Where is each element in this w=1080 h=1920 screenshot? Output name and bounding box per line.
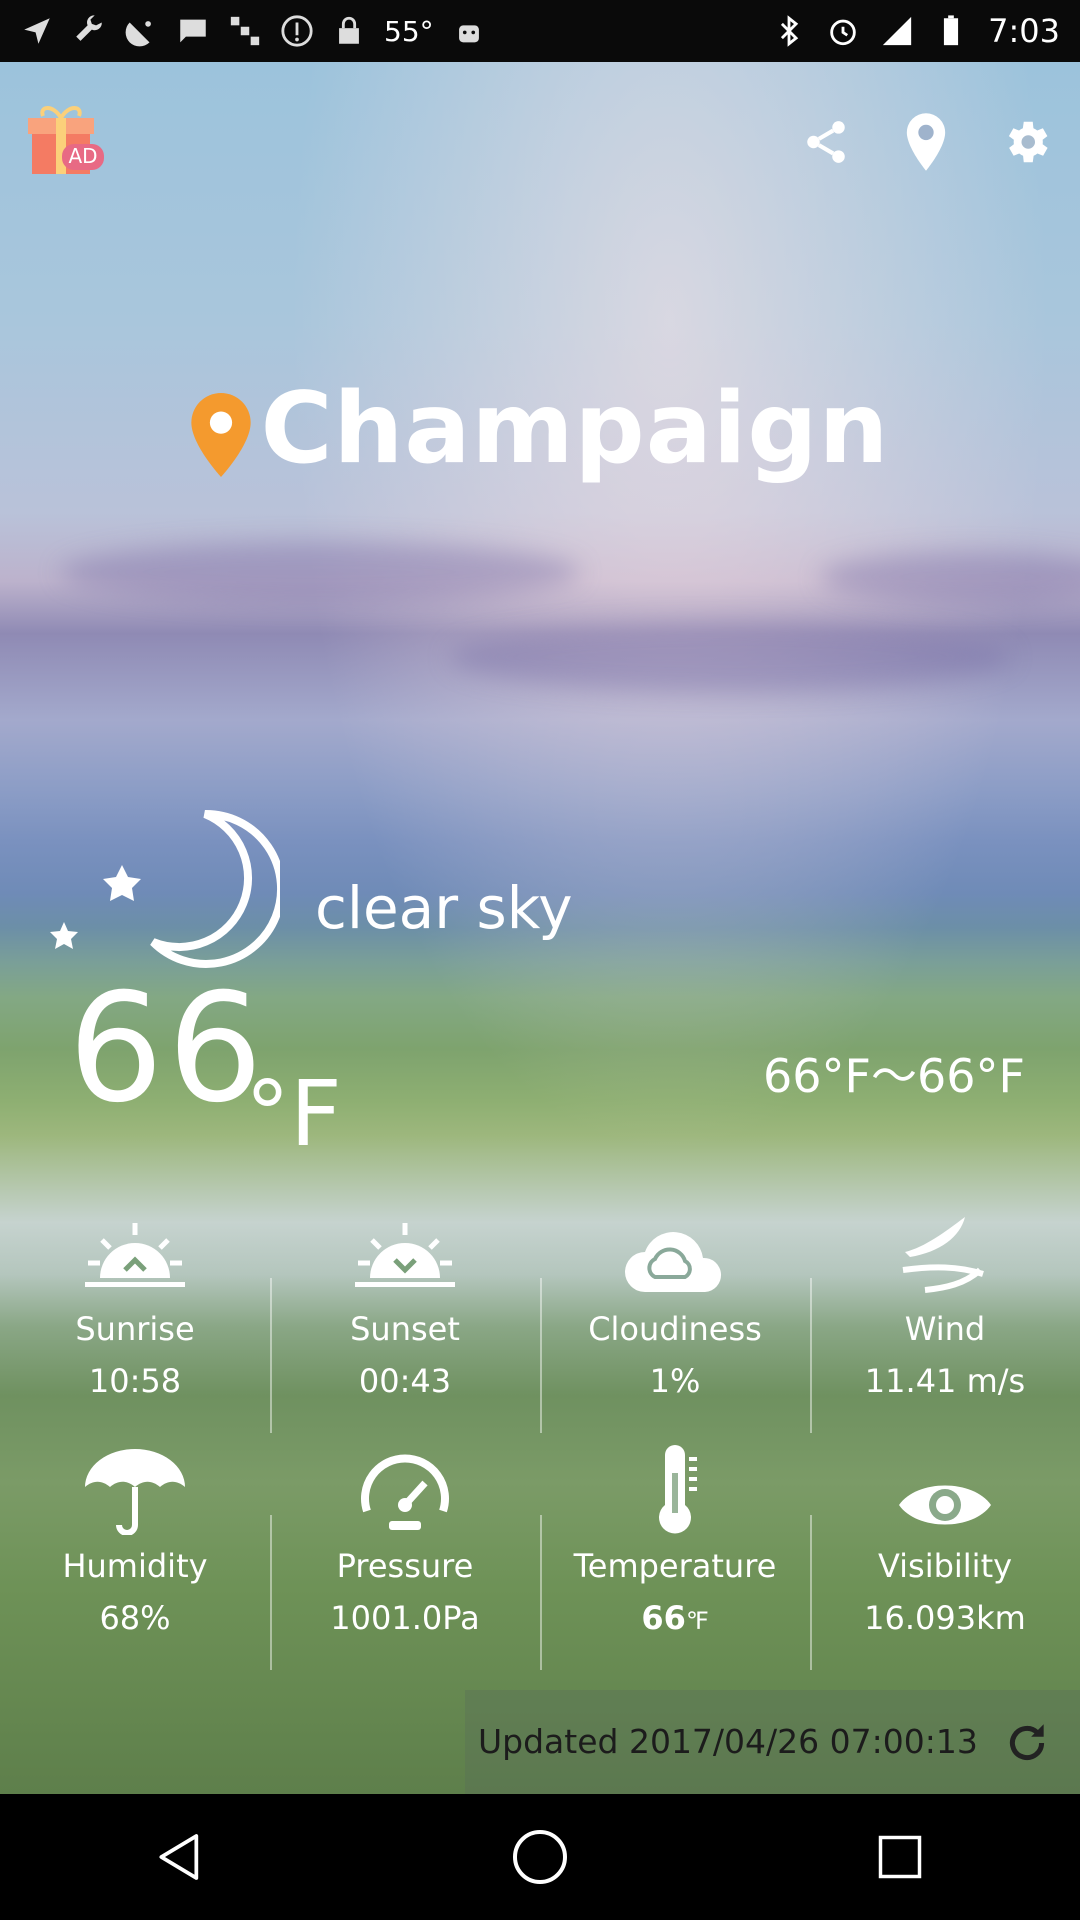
sunrise-stat: Sunrise 10:58 <box>0 1208 270 1408</box>
stat-value: 16.093km <box>864 1599 1026 1637</box>
back-button[interactable] <box>135 1812 225 1902</box>
share-button[interactable] <box>796 112 856 172</box>
divider <box>540 1278 542 1433</box>
home-icon <box>513 1830 567 1884</box>
stat-label: Pressure <box>336 1547 474 1585</box>
pressure-stat: Pressure 1001.0Pa <box>270 1445 540 1670</box>
gauge-icon <box>361 1454 449 1530</box>
message-icon <box>176 14 210 48</box>
temperature-unit: °F <box>245 1062 342 1167</box>
sunset-stat: Sunset 00:43 <box>270 1208 540 1433</box>
stat-value: 66℉ <box>540 1599 810 1637</box>
updated-timestamp: Updated 2017/04/26 07:00:13 <box>478 1722 978 1761</box>
divider <box>270 1278 272 1433</box>
stat-label: Wind <box>904 1310 986 1348</box>
share-icon <box>807 121 845 163</box>
divider <box>810 1278 812 1433</box>
navigation-bar <box>0 1794 1080 1920</box>
divider <box>810 1515 812 1670</box>
lock-icon <box>332 14 366 48</box>
eye-icon <box>899 1485 991 1525</box>
gift-ad-button[interactable]: AD <box>24 92 106 188</box>
satellite-dish-icon <box>124 14 158 48</box>
alarm-icon <box>826 14 860 48</box>
battery-icon <box>934 14 968 48</box>
cloudiness-stat: Cloudiness 1% <box>540 1208 810 1433</box>
visibility-stat: Visibility 16.093km <box>810 1445 1080 1670</box>
divider <box>540 1515 542 1670</box>
info-icon <box>280 14 314 48</box>
divider <box>270 1515 272 1670</box>
current-temperature: 66 <box>68 962 267 1136</box>
sunrise-icon <box>85 1223 185 1287</box>
cloud-icon <box>625 1232 722 1292</box>
location-button[interactable] <box>896 112 956 172</box>
recents-button[interactable] <box>855 1812 945 1902</box>
temperature-value-unit: ℉ <box>685 1607 709 1635</box>
cloud-decoration <box>60 542 580 602</box>
thermometer-icon <box>659 1445 697 1534</box>
settings-button[interactable] <box>996 112 1056 172</box>
sunset-icon <box>355 1223 455 1287</box>
stat-value: 68% <box>99 1599 171 1637</box>
bluetooth-icon <box>772 14 806 48</box>
city-pin-icon <box>190 393 251 478</box>
ad-label: AD <box>68 144 97 168</box>
refresh-button[interactable] <box>1002 1718 1052 1768</box>
location-pin-icon <box>906 113 946 171</box>
stat-value: 00:43 <box>358 1362 452 1400</box>
recents-icon <box>878 1835 922 1879</box>
umbrella-icon <box>85 1449 185 1535</box>
stat-label: Sunrise <box>75 1310 195 1348</box>
stat-label: Temperature <box>573 1547 777 1585</box>
temperature-stat: Temperature 66℉ <box>540 1445 810 1670</box>
status-bar: 55° 7:03 <box>0 0 1080 62</box>
humidity-stat: Humidity 68% <box>0 1445 270 1645</box>
stat-value: 11.41 m/s <box>864 1362 1026 1400</box>
weather-condition: clear sky <box>315 874 573 942</box>
temperature-value: 66 <box>641 1599 686 1637</box>
satellite-icon <box>228 14 262 48</box>
temperature-range: 66°F～66°F <box>763 1049 1025 1103</box>
clock: 7:03 <box>988 12 1060 50</box>
stat-value: 1% <box>649 1362 701 1400</box>
status-temperature: 55° <box>384 14 434 48</box>
weather-stats-row: Sunrise 10:58 Sunset 00:43 Cloudiness 1%… <box>0 1208 1080 1433</box>
stat-label: Humidity <box>62 1547 208 1585</box>
wind-icon <box>902 1217 984 1293</box>
cloud-decoration <box>450 622 1010 692</box>
stat-label: Cloudiness <box>588 1310 762 1348</box>
wrench-icon <box>72 14 106 48</box>
refresh-icon <box>1009 1724 1045 1761</box>
back-icon <box>159 1834 199 1880</box>
city-name: Champaign <box>260 372 890 486</box>
android-icon <box>452 14 486 48</box>
wind-stat: Wind 11.41 m/s <box>810 1208 1080 1433</box>
gear-icon <box>1008 121 1048 163</box>
signal-icon <box>880 14 914 48</box>
city-title[interactable]: Champaign <box>0 372 1080 486</box>
stat-label: Visibility <box>877 1547 1013 1585</box>
navigation-icon <box>20 14 54 48</box>
weather-background: AD Champaign clear sky 66 °F 66°F～66°F S… <box>0 62 1080 1794</box>
home-button[interactable] <box>495 1812 585 1902</box>
weather-stats-row: Humidity 68% Pressure 1001.0Pa Temperatu… <box>0 1445 1080 1670</box>
stat-label: Sunset <box>350 1310 460 1348</box>
cloud-decoration <box>820 552 1080 602</box>
stat-value: 1001.0Pa <box>330 1599 480 1637</box>
stat-value: 10:58 <box>88 1362 182 1400</box>
